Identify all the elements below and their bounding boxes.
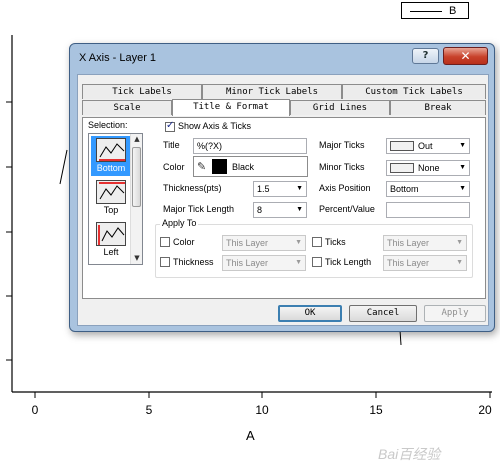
- close-button[interactable]: ✕: [443, 47, 488, 65]
- major-tick-length-label: Major Tick Length: [163, 204, 235, 214]
- tab-row-bottom: Scale Title & Format Grid Lines Break: [82, 99, 486, 116]
- help-button[interactable]: ?: [412, 48, 439, 64]
- dropdown-arrow-icon: ▼: [296, 185, 303, 192]
- selection-item-top[interactable]: Top: [91, 178, 131, 218]
- major-tick-length-combo[interactable]: 8 ▼: [253, 202, 307, 218]
- apply-color-label: Color: [173, 237, 195, 247]
- percent-value-label: Percent/Value: [319, 204, 375, 214]
- x-tick-label: 0: [31, 403, 39, 417]
- scroll-up-icon[interactable]: ▲: [131, 134, 142, 145]
- x-tick-label: 20: [478, 403, 492, 417]
- apply-tick-length-label: Tick Length: [325, 257, 372, 267]
- minor-ticks-value: None: [418, 163, 440, 173]
- color-swatch: [212, 159, 227, 174]
- color-picker[interactable]: ✎ Black: [193, 156, 308, 177]
- selection-scrollbar[interactable]: ▲ ▼: [130, 134, 142, 264]
- tab-break[interactable]: Break: [390, 100, 486, 115]
- ok-button[interactable]: OK: [278, 305, 342, 322]
- x-tick-label: 10: [255, 403, 269, 417]
- legend-label: B: [449, 5, 457, 17]
- apply-color-value: This Layer: [226, 238, 269, 248]
- tab-title-format[interactable]: Title & Format: [172, 99, 290, 116]
- title-input[interactable]: %(?X): [193, 138, 307, 154]
- title-label: Title: [163, 140, 180, 150]
- selection-label: Selection:: [88, 120, 128, 130]
- legend-line-sample: [410, 11, 442, 12]
- apply-ticks-value: This Layer: [387, 238, 430, 248]
- x-tick-label: 15: [369, 403, 383, 417]
- dropdown-arrow-icon: ▼: [295, 259, 302, 266]
- x-axis-dialog: X Axis - Layer 1 ? ✕ Tick Labels Minor T…: [69, 43, 495, 332]
- apply-ticks-label: Ticks: [325, 237, 346, 247]
- thickness-combo[interactable]: 1.5 ▼: [253, 181, 307, 197]
- major-tick-length-value: 8: [257, 205, 263, 215]
- pencil-icon: ✎: [197, 160, 207, 173]
- axis-position-label: Axis Position: [319, 183, 371, 193]
- dropdown-arrow-icon: ▼: [459, 185, 466, 192]
- dropdown-arrow-icon: ▼: [456, 259, 463, 266]
- major-ticks-value: Out: [418, 141, 433, 151]
- selection-item-left[interactable]: Left: [91, 220, 131, 260]
- tab-custom-tick-labels[interactable]: Custom Tick Labels: [342, 84, 486, 99]
- apply-ticks-combo[interactable]: This Layer ▼: [383, 235, 467, 251]
- dropdown-arrow-icon: ▼: [296, 206, 303, 213]
- major-ticks-label: Major Ticks: [319, 140, 365, 150]
- axis-position-combo[interactable]: Bottom ▼: [386, 181, 470, 197]
- selection-item-label: Top: [103, 205, 119, 215]
- color-label: Color: [163, 162, 185, 172]
- show-axis-ticks-label: Show Axis & Ticks: [178, 121, 252, 131]
- apply-thickness-combo[interactable]: This Layer ▼: [222, 255, 306, 271]
- apply-tick-length-checkbox[interactable]: [312, 257, 322, 267]
- color-value: Black: [232, 162, 255, 172]
- dropdown-arrow-icon: ▼: [295, 239, 302, 246]
- axis-left-icon: [96, 222, 126, 246]
- scroll-thumb[interactable]: [132, 147, 141, 207]
- tab-grid-lines[interactable]: Grid Lines: [290, 100, 390, 115]
- apply-to-title: Apply To: [160, 218, 199, 228]
- apply-thickness-value: This Layer: [226, 258, 269, 268]
- apply-color-checkbox[interactable]: [160, 237, 170, 247]
- apply-tick-length-value: This Layer: [387, 258, 430, 268]
- tab-row-top: Tick Labels Minor Tick Labels Custom Tic…: [82, 84, 486, 99]
- tick-style-icon: [390, 140, 414, 151]
- axis-bottom-icon: [96, 138, 126, 162]
- watermark: Bai百经验: [378, 446, 441, 462]
- apply-color-combo[interactable]: This Layer ▼: [222, 235, 306, 251]
- cancel-button[interactable]: Cancel: [349, 305, 417, 322]
- major-ticks-combo[interactable]: Out ▼: [386, 138, 470, 154]
- selection-list[interactable]: Bottom Top Left ▲ ▼: [88, 133, 143, 265]
- dialog-title-bar[interactable]: X Axis - Layer 1 ? ✕: [70, 44, 494, 72]
- tab-scale[interactable]: Scale: [82, 100, 172, 115]
- x-axis-title: A: [246, 428, 255, 443]
- apply-to-group: Apply To Color This Layer ▼ Ticks This L…: [155, 218, 473, 278]
- minor-ticks-label: Minor Ticks: [319, 162, 365, 172]
- scroll-down-icon[interactable]: ▼: [131, 253, 142, 264]
- dropdown-arrow-icon: ▼: [459, 164, 466, 171]
- dropdown-arrow-icon: ▼: [459, 142, 466, 149]
- tab-tick-labels[interactable]: Tick Labels: [82, 84, 202, 99]
- selection-item-label: Bottom: [96, 163, 126, 173]
- selection-item-bottom[interactable]: Bottom: [91, 136, 131, 176]
- thickness-value: 1.5: [257, 184, 270, 194]
- dropdown-arrow-icon: ▼: [456, 239, 463, 246]
- selection-item-label: Left: [103, 247, 119, 257]
- title-format-panel: Selection: Bottom Top Left ▲ ▼ ✓ Show Ax…: [82, 117, 486, 299]
- thickness-label: Thickness(pts): [163, 183, 222, 193]
- apply-tick-length-combo[interactable]: This Layer ▼: [383, 255, 467, 271]
- tab-minor-tick-labels[interactable]: Minor Tick Labels: [202, 84, 342, 99]
- apply-ticks-checkbox[interactable]: [312, 237, 322, 247]
- dialog-client-area: Tick Labels Minor Tick Labels Custom Tic…: [77, 74, 489, 326]
- apply-thickness-checkbox[interactable]: [160, 257, 170, 267]
- dialog-title: X Axis - Layer 1: [79, 52, 157, 64]
- apply-button[interactable]: Apply: [424, 305, 486, 322]
- minor-ticks-combo[interactable]: None ▼: [386, 160, 470, 176]
- legend: B: [401, 2, 469, 19]
- axis-position-value: Bottom: [390, 184, 419, 194]
- axis-top-icon: [96, 180, 126, 204]
- show-axis-ticks-checkbox[interactable]: [165, 120, 175, 132]
- x-tick-label: 5: [145, 403, 153, 417]
- tick-style-icon: [390, 162, 414, 173]
- percent-value-input[interactable]: [386, 202, 470, 218]
- apply-thickness-label: Thickness: [173, 257, 214, 267]
